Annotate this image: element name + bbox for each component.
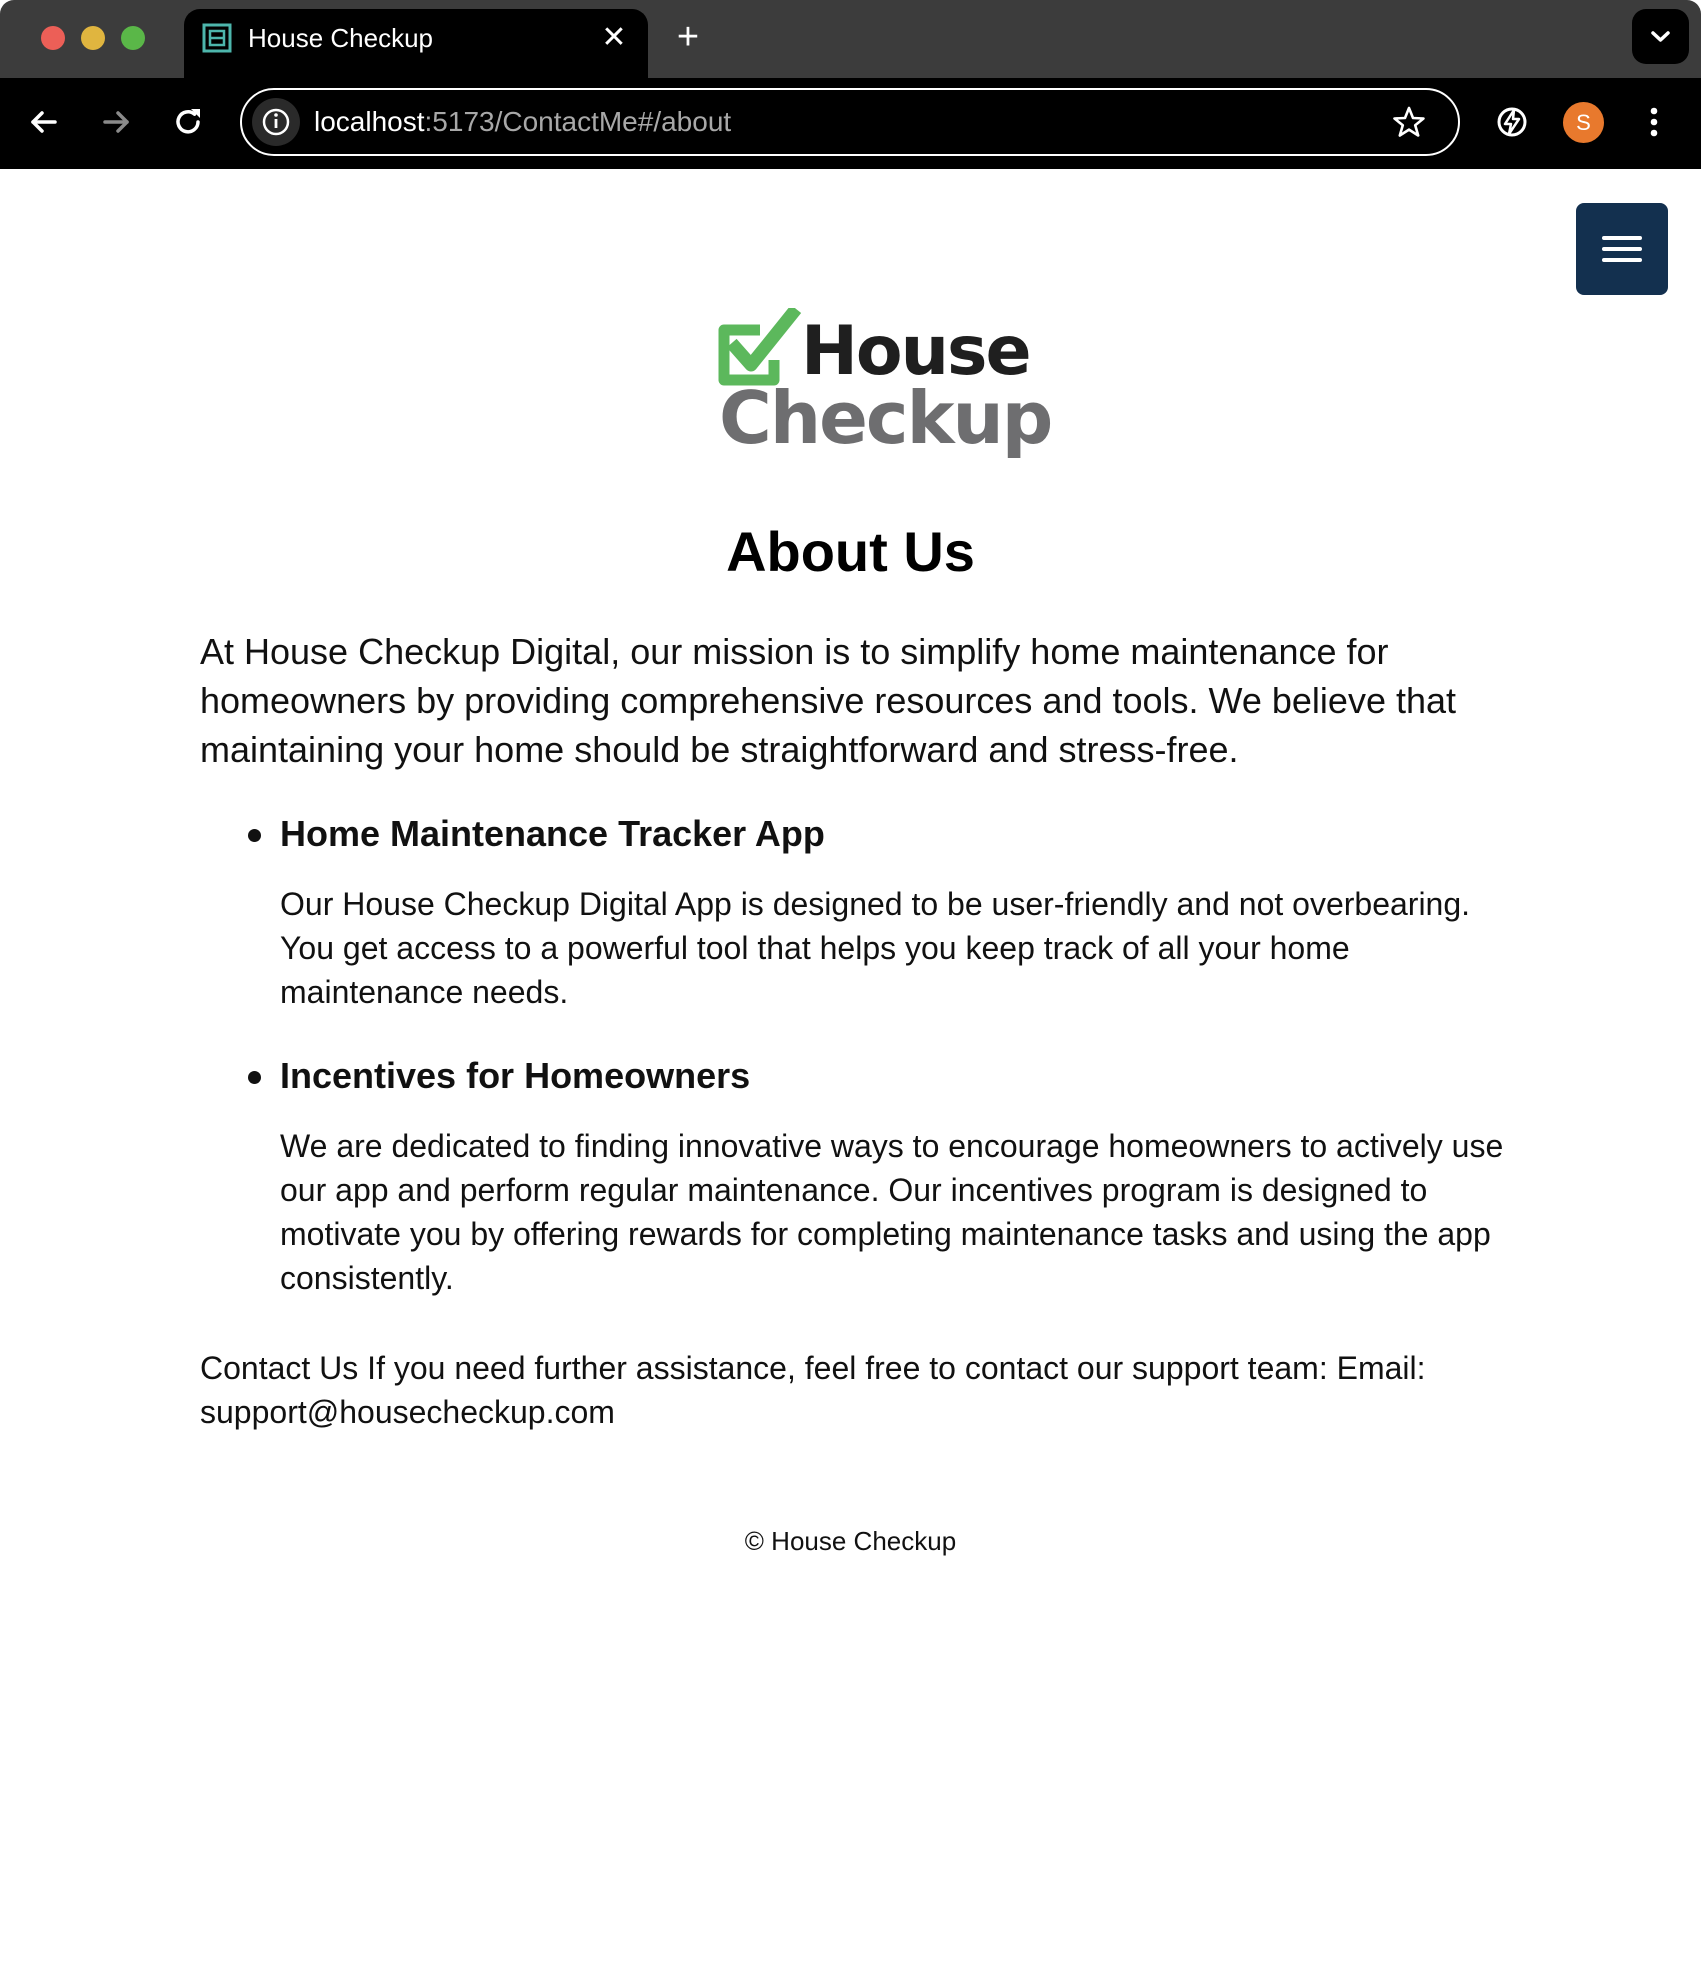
logo-text-checkup: Checkup (719, 376, 1053, 460)
profile-avatar[interactable]: S (1563, 102, 1604, 143)
window-maximize-button[interactable] (121, 26, 145, 50)
feature-item: Home Maintenance Tracker App Our House C… (200, 808, 1510, 1014)
menu-bar-line (1602, 247, 1642, 251)
window-close-button[interactable] (41, 26, 65, 50)
menu-bar-line (1602, 236, 1642, 240)
feature-title: Incentives for Homeowners (248, 1050, 1510, 1102)
house-checkup-logo: House Checkup (712, 304, 1053, 458)
browser-tab-bar: House Checkup ✕ + (0, 0, 1701, 78)
feature-item: Incentives for Homeowners We are dedicat… (200, 1050, 1510, 1300)
chevron-down-icon (1651, 31, 1670, 42)
url-text: localhost:5173/ContactMe#/about (314, 105, 731, 139)
feature-description: Our House Checkup Digital App is designe… (280, 886, 1471, 1010)
browser-toolbar: localhost:5173/ContactMe#/about S (0, 78, 1701, 169)
new-tab-plus-icon[interactable]: + (671, 18, 705, 56)
intro-paragraph: At House Checkup Digital, our mission is… (200, 631, 1457, 770)
contact-info: Contact Us If you need further assistanc… (200, 1350, 1426, 1430)
tab-search-button[interactable] (1632, 9, 1689, 64)
url-host: localhost (314, 106, 425, 137)
feature-title: Home Maintenance Tracker App (248, 808, 1510, 860)
url-path: :5173/ContactMe#/about (424, 106, 732, 137)
tab-close-icon[interactable]: ✕ (599, 23, 629, 53)
checkbox-logo-icon (718, 308, 802, 386)
page-title: About Us (726, 520, 975, 583)
feature-list: Home Maintenance Tracker App Our House C… (200, 808, 1510, 1300)
tab-title: House Checkup (248, 23, 433, 53)
site-info-button[interactable] (252, 98, 300, 146)
menu-button[interactable] (1576, 203, 1668, 295)
extension-icon[interactable] (1492, 102, 1532, 142)
menu-bar-line (1602, 258, 1642, 262)
reload-icon[interactable] (166, 100, 210, 144)
browser-tab[interactable]: House Checkup ✕ (184, 9, 648, 78)
info-icon (262, 108, 290, 136)
favicon-icon (202, 23, 232, 53)
footer-copyright: © House Checkup (744, 1526, 957, 1556)
forward-arrow-icon[interactable] (94, 100, 138, 144)
back-arrow-icon[interactable] (22, 100, 66, 144)
more-vertical-icon[interactable] (1640, 100, 1668, 144)
feature-description: We are dedicated to finding innovative w… (280, 1128, 1504, 1296)
window-minimize-button[interactable] (81, 26, 105, 50)
address-bar[interactable]: localhost:5173/ContactMe#/about (240, 88, 1460, 156)
bookmark-star-icon[interactable] (1392, 105, 1426, 139)
